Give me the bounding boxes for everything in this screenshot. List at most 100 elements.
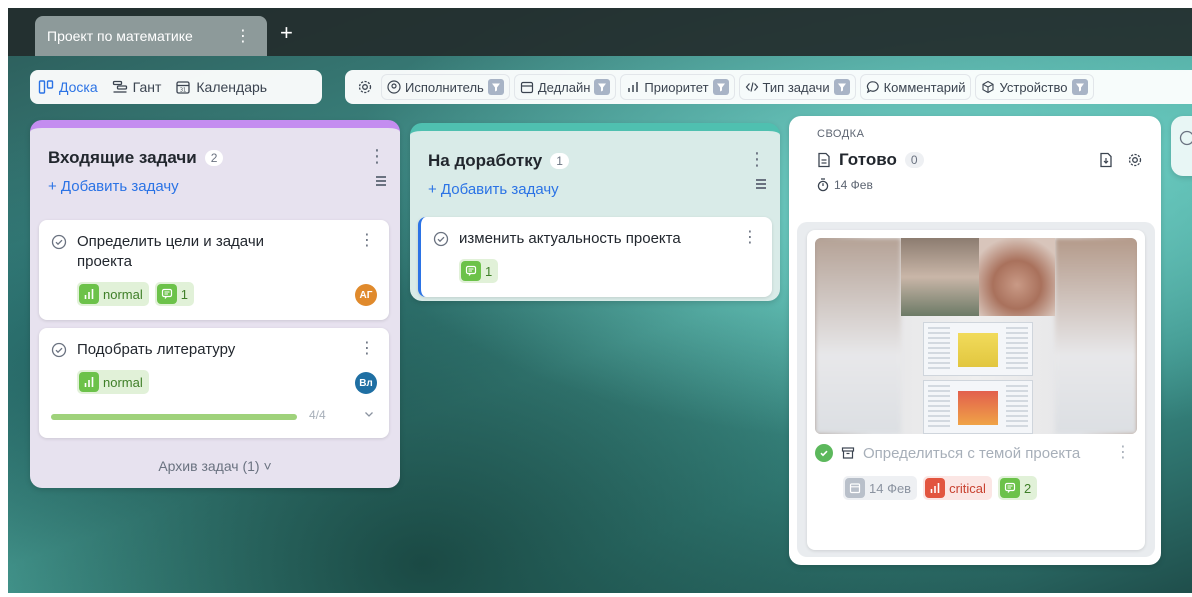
calendar-icon	[845, 478, 865, 498]
preview-screenshot	[923, 380, 1033, 434]
comments-tag[interactable]: 2	[997, 476, 1038, 500]
funnel-icon[interactable]	[594, 79, 611, 95]
task-tags: 14 Фев critical 2	[843, 476, 1038, 500]
comments-tag[interactable]: 1	[459, 259, 499, 283]
view-board[interactable]: Доска	[38, 79, 98, 95]
task-title: Определить цели и задачи проекта	[77, 232, 264, 272]
export-icon[interactable]	[1099, 152, 1113, 168]
filter-device-label: Устройство	[999, 79, 1068, 95]
funnel-icon[interactable]	[1071, 79, 1088, 95]
filter-assignee[interactable]: Исполнитель	[381, 74, 510, 100]
priority-tag[interactable]: critical	[923, 476, 992, 500]
column-date: 14 Фев	[817, 178, 873, 192]
column-title: На доработку 1	[428, 151, 569, 171]
check-circle-icon[interactable]	[433, 231, 449, 252]
project-tab-title: Проект по математике	[47, 28, 193, 44]
priority-label: normal	[103, 374, 143, 390]
task-tags: normal 1	[77, 282, 194, 306]
task-card[interactable]: Определить цели и задачи проекта ⋮ norma…	[39, 220, 389, 320]
column-title-text: Входящие задачи	[48, 148, 197, 167]
device-icon	[981, 80, 995, 94]
kebab-icon[interactable]: ⋮	[748, 149, 766, 170]
avatar[interactable]: АГ	[355, 284, 377, 306]
date-tag[interactable]: 14 Фев	[843, 476, 918, 500]
view-calendar[interactable]: 31 Календарь	[175, 79, 267, 95]
gantt-icon	[112, 79, 128, 95]
screenshot-panel	[928, 327, 950, 371]
task-card[interactable]: Определиться с темой проекта ⋮ 14 Фев cr…	[807, 230, 1145, 550]
sort-icon[interactable]	[374, 174, 388, 193]
task-title: изменить актуальность проекта	[459, 230, 681, 247]
task-card[interactable]: Подобрать литературу ⋮ normal Вл 4/4	[39, 328, 389, 438]
done-card-list: Определиться с темой проекта ⋮ 14 Фев cr…	[797, 222, 1155, 557]
kebab-icon[interactable]: ⋮	[359, 230, 375, 250]
task-archive-toggle[interactable]: Архив задач (1) ˅	[30, 458, 400, 474]
project-tab[interactable]: Проект по математике ⋮	[35, 16, 267, 56]
screenshot-panel	[1006, 327, 1028, 371]
column-done: СВОДКА Готово 0 14 Фев Определиться с те…	[789, 116, 1161, 565]
subtasks-progress-bar	[51, 414, 297, 420]
funnel-icon[interactable]	[487, 79, 504, 95]
view-board-label: Доска	[59, 79, 98, 95]
priority-icon	[79, 284, 99, 304]
kebab-icon[interactable]: ⋮	[231, 26, 255, 46]
priority-tag[interactable]: normal	[77, 282, 149, 306]
screenshot-model	[958, 333, 998, 367]
task-title-row: Определиться с темой проекта	[815, 444, 1080, 462]
task-title: Определиться с темой проекта	[863, 444, 1081, 462]
screenshot-panel	[1006, 385, 1028, 429]
photo-part	[901, 238, 979, 316]
priority-label: critical	[949, 480, 986, 496]
user-icon	[387, 80, 401, 94]
column-next-partial[interactable]	[1171, 116, 1192, 176]
task-card[interactable]: изменить актуальность проекта ⋮ 1	[418, 217, 772, 297]
task-tags: 1	[459, 259, 499, 283]
funnel-icon[interactable]	[712, 79, 729, 95]
filter-deadline[interactable]: Дедлайн	[513, 74, 617, 100]
attachment-preview[interactable]	[815, 238, 1137, 434]
funnel-icon[interactable]	[833, 79, 850, 95]
timer-icon	[817, 178, 829, 192]
column-subtitle: СВОДКА	[817, 128, 865, 140]
priority-icon	[79, 372, 99, 392]
kebab-icon[interactable]: ⋮	[742, 227, 758, 247]
kebab-icon[interactable]: ⋮	[1115, 442, 1131, 462]
board-icon	[38, 79, 54, 95]
add-task-button[interactable]: + Добавить задачу	[48, 178, 179, 195]
view-calendar-label: Календарь	[196, 79, 268, 95]
view-gantt[interactable]: Гант	[112, 79, 162, 95]
priority-tag[interactable]: normal	[77, 370, 149, 394]
preview-screenshot	[923, 322, 1033, 376]
gear-icon	[357, 79, 373, 95]
check-complete-icon[interactable]	[815, 444, 833, 462]
column-incoming: Входящие задачи 2 ⋮ + Добавить задачу Оп…	[30, 120, 400, 488]
gear-icon[interactable]	[1127, 152, 1143, 168]
screenshot-model	[958, 391, 998, 425]
column-rework: На доработку 1 ⋮ + Добавить задачу измен…	[410, 123, 780, 301]
filter-priority[interactable]: Приоритет	[620, 74, 735, 100]
preview-blur	[815, 238, 901, 434]
filters-settings-button[interactable]	[353, 74, 377, 100]
progress-label: 4/4	[309, 408, 326, 422]
chevron-down-icon[interactable]	[363, 408, 375, 423]
sort-icon[interactable]	[754, 177, 768, 196]
check-circle-icon[interactable]	[51, 342, 67, 363]
filter-comment[interactable]: Комментарий	[859, 74, 972, 100]
filter-task-type[interactable]: Тип задачи	[738, 74, 856, 100]
filters-toolbar: Исполнитель Дедлайн Приоритет Тип задачи…	[345, 70, 1192, 104]
add-tab-button[interactable]: +	[280, 22, 293, 44]
check-circle-icon[interactable]	[51, 234, 67, 255]
view-gantt-label: Гант	[132, 79, 162, 95]
comments-tag[interactable]: 1	[154, 282, 194, 306]
comments-count: 2	[1023, 480, 1032, 496]
kebab-icon[interactable]: ⋮	[359, 338, 375, 358]
column-title-text: Готово	[839, 150, 897, 169]
filter-device[interactable]: Устройство	[975, 74, 1094, 100]
add-task-button[interactable]: + Добавить задачу	[428, 181, 559, 198]
column-title-text: На доработку	[428, 151, 543, 170]
view-switcher: Доска Гант 31 Календарь	[30, 70, 322, 104]
comment-icon	[461, 261, 481, 281]
comments-count: 1	[485, 263, 493, 279]
kebab-icon[interactable]: ⋮	[368, 146, 386, 167]
avatar[interactable]: Вл	[355, 372, 377, 394]
